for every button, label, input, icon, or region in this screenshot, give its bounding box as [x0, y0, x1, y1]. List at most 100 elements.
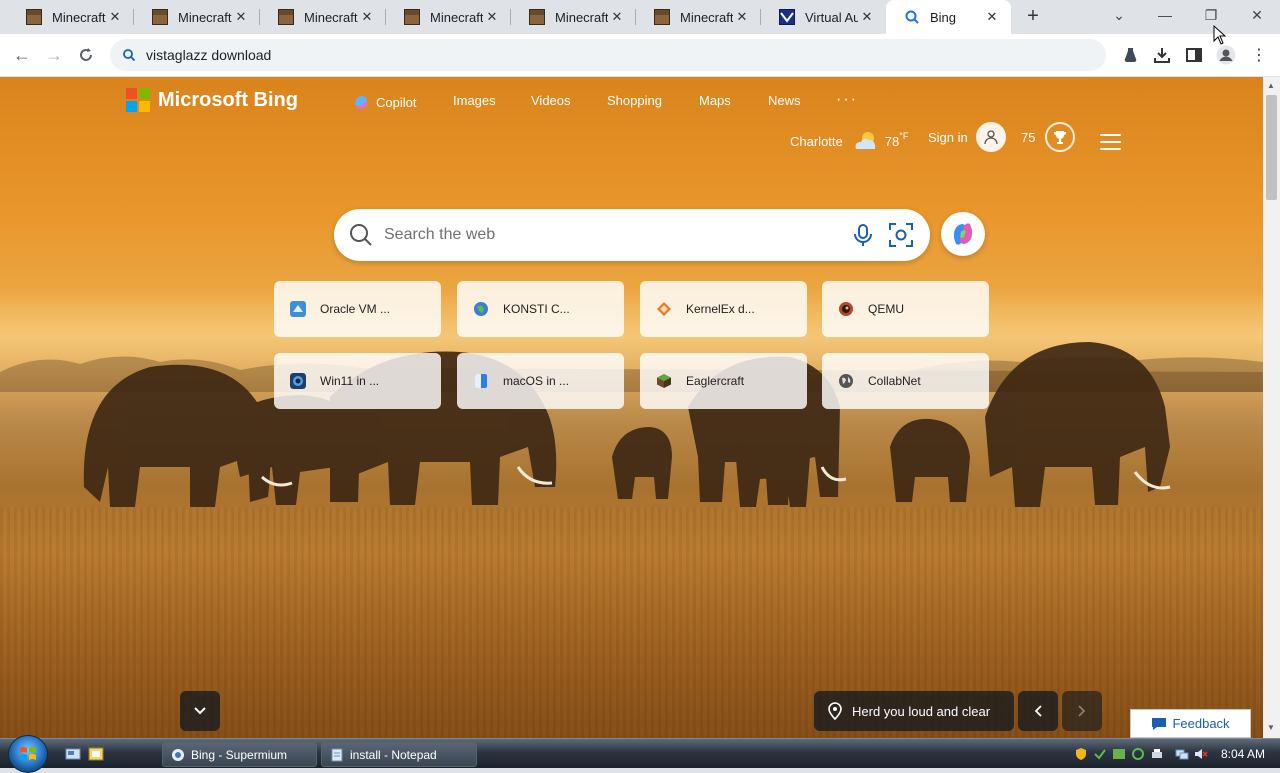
- quick-link-qemu[interactable]: QEMU: [822, 281, 989, 337]
- virtual-app-icon: [779, 9, 795, 25]
- tab-title: Minecraft: [555, 9, 608, 25]
- nav-label: Copilot: [376, 94, 417, 110]
- expand-feed-button[interactable]: [180, 691, 220, 731]
- nav-news[interactable]: News: [768, 93, 801, 108]
- weather-unit: °F: [899, 131, 909, 141]
- app-tray-icon[interactable]: [1112, 747, 1126, 761]
- previous-image-button[interactable]: [1018, 691, 1058, 731]
- forward-button[interactable]: →: [42, 43, 66, 67]
- quick-link-eaglercraft[interactable]: Eaglercraft: [640, 353, 807, 409]
- minimize-button[interactable]: —: [1142, 0, 1188, 30]
- tab-minecraft-5[interactable]: Minecraft ✕: [511, 0, 636, 34]
- search-icon: [123, 49, 136, 62]
- reload-button[interactable]: [74, 43, 98, 67]
- tab-title: Bing: [930, 9, 957, 25]
- nav-shopping[interactable]: Shopping: [607, 93, 662, 108]
- weather-widget[interactable]: Charlotte 78 °F: [790, 129, 908, 153]
- back-button[interactable]: ←: [10, 43, 34, 67]
- taskbar-bing-supermium[interactable]: Bing - Supermium: [162, 742, 317, 767]
- visual-search-icon[interactable]: [888, 222, 914, 248]
- close-icon[interactable]: ✕: [733, 8, 751, 26]
- quick-link-kernelex[interactable]: KernelEx d...: [640, 281, 807, 337]
- menu-icon[interactable]: ⋮: [1248, 44, 1270, 66]
- rewards-button[interactable]: 75: [1021, 122, 1076, 152]
- sync-icon[interactable]: [1131, 747, 1145, 761]
- trophy-icon: [1045, 122, 1076, 152]
- restore-button[interactable]: ❐: [1188, 0, 1234, 30]
- show-desktop-icon[interactable]: [65, 746, 81, 762]
- feedback-button[interactable]: Feedback: [1130, 709, 1251, 738]
- hamburger-menu-icon[interactable]: [1100, 134, 1121, 150]
- page-scrollbar[interactable]: ▲ ▼: [1263, 77, 1280, 738]
- tab-title: Minecraft: [178, 9, 232, 25]
- network-icon[interactable]: [1175, 747, 1189, 761]
- scrollbar-thumb[interactable]: [1266, 95, 1277, 200]
- printer-icon[interactable]: [1150, 747, 1164, 761]
- search-input[interactable]: Search the web: [384, 226, 852, 244]
- tab-minecraft-1[interactable]: Minecraft ✕: [8, 0, 134, 34]
- security-check-icon[interactable]: [1093, 747, 1107, 761]
- copilot-icon: [355, 96, 368, 109]
- tile-label: KernelEx d...: [686, 302, 755, 316]
- shield-icon[interactable]: [1074, 747, 1088, 761]
- next-image-button[interactable]: [1062, 691, 1102, 731]
- close-icon[interactable]: ✕: [483, 8, 501, 26]
- quick-link-konsti[interactable]: KONSTI C...: [457, 281, 624, 337]
- tab-minecraft-6[interactable]: Minecraft ✕: [636, 0, 761, 34]
- chevron-down-icon: [194, 707, 206, 715]
- nav-maps[interactable]: Maps: [699, 93, 731, 108]
- qemu-icon: [839, 302, 853, 316]
- more-nav-button[interactable]: ···: [836, 91, 858, 109]
- start-button[interactable]: [8, 735, 48, 773]
- globe-icon: [474, 302, 488, 316]
- taskbar-clock[interactable]: 8:04 AM: [1221, 747, 1265, 761]
- microphone-icon[interactable]: [852, 223, 874, 247]
- tile-label: KONSTI C...: [503, 302, 570, 316]
- close-icon[interactable]: ✕: [232, 8, 250, 26]
- system-tray: [1074, 743, 1213, 765]
- close-icon[interactable]: ✕: [358, 8, 376, 26]
- tab-search-icon[interactable]: ⌄: [1096, 0, 1142, 30]
- tab-minecraft-2[interactable]: Minecraft ✕: [134, 0, 260, 34]
- taskbar-notepad[interactable]: install - Notepad: [321, 742, 477, 767]
- switch-windows-icon[interactable]: [88, 746, 104, 762]
- nav-copilot[interactable]: Copilot: [352, 93, 416, 111]
- bing-logo[interactable]: Microsoft Bing: [126, 88, 298, 112]
- nav-videos[interactable]: Videos: [531, 93, 571, 108]
- profile-icon[interactable]: [1215, 44, 1237, 66]
- tile-label: QEMU: [868, 302, 904, 316]
- extensions-icon[interactable]: [1120, 44, 1142, 66]
- quick-link-oracle-vm[interactable]: Oracle VM ...: [274, 281, 441, 337]
- tab-title: Minecraft: [52, 9, 106, 25]
- elephant-herd-image: [83, 342, 1171, 507]
- search-box[interactable]: Search the web: [334, 209, 930, 261]
- tab-bing[interactable]: Bing ✕: [886, 0, 1011, 34]
- sign-in-button[interactable]: Sign in: [928, 122, 1006, 152]
- download-icon[interactable]: [1151, 44, 1173, 66]
- tab-title: Minecraft: [304, 9, 358, 25]
- side-panel-icon[interactable]: [1183, 44, 1205, 66]
- copilot-button[interactable]: [941, 212, 985, 256]
- quick-link-win11[interactable]: Win11 in ...: [274, 353, 441, 409]
- mouse-cursor-icon: [1213, 25, 1227, 45]
- volume-muted-icon[interactable]: [1194, 747, 1208, 761]
- quick-link-macos[interactable]: macOS in ...: [457, 353, 624, 409]
- scroll-down-icon[interactable]: ▼: [1267, 723, 1275, 732]
- new-tab-button[interactable]: +: [1022, 6, 1044, 28]
- close-icon[interactable]: ✕: [858, 8, 876, 26]
- tab-minecraft-3[interactable]: Minecraft ✕: [260, 0, 386, 34]
- nav-images[interactable]: Images: [453, 93, 496, 108]
- address-bar[interactable]: vistaglazz download: [110, 39, 1106, 71]
- location-pin-icon: [828, 702, 842, 720]
- close-icon[interactable]: ✕: [983, 8, 1001, 26]
- close-icon[interactable]: ✕: [608, 8, 626, 26]
- tile-label: Eaglercraft: [686, 374, 745, 388]
- tab-minecraft-4[interactable]: Minecraft ✕: [386, 0, 511, 34]
- quick-link-collabnet[interactable]: CollabNet: [822, 353, 989, 409]
- close-icon[interactable]: ✕: [106, 8, 124, 26]
- scroll-up-icon[interactable]: ▲: [1267, 81, 1275, 90]
- tab-virtual[interactable]: Virtual Au ✕: [761, 0, 886, 34]
- tile-label: Oracle VM ...: [320, 302, 391, 316]
- image-caption-button[interactable]: Herd you loud and clear: [814, 691, 1014, 731]
- close-window-button[interactable]: ✕: [1234, 0, 1280, 30]
